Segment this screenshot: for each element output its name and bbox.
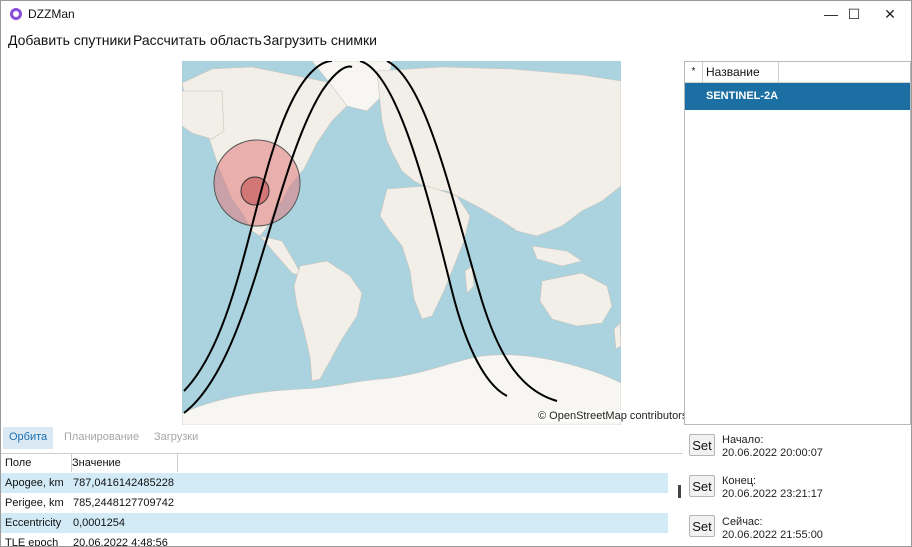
orbit-params-grid: Поле Значение Apogee, km 787,04161424852…	[1, 453, 683, 547]
start-value: 20.06.2022 20:00:07	[722, 447, 823, 459]
alaska-land	[182, 90, 225, 140]
satellite-name: SENTINEL-2A	[706, 90, 779, 102]
table-row[interactable]: Eccentricity 0,0001254	[1, 513, 668, 533]
app-logo-icon	[10, 8, 22, 20]
menu-calculate-area[interactable]: Рассчитать область	[133, 32, 262, 48]
field-cell: Apogee, km	[5, 477, 64, 489]
app-window: DZZMan — ☐ ✕ Добавить спутники Рассчитат…	[0, 0, 912, 547]
window-title: DZZMan	[28, 7, 75, 21]
bottom-tabs: Орбита Планирование Загрузки	[1, 427, 681, 449]
tab-planning[interactable]: Планирование	[58, 427, 145, 449]
south-america-land	[293, 260, 363, 382]
column-header-value[interactable]: Значение	[72, 454, 178, 472]
menu-bar: Добавить спутники Рассчитать область Заг…	[1, 29, 911, 51]
field-cell: Eccentricity	[5, 517, 62, 529]
value-cell: 20.06.2022 4:48:56	[73, 537, 168, 547]
grid-scrollbar-thumb[interactable]	[678, 485, 681, 498]
value-cell: 787,0416142485228	[73, 477, 174, 489]
set-now-button[interactable]: Set	[689, 515, 715, 537]
table-row[interactable]: Apogee, km 787,0416142485228	[1, 473, 668, 493]
close-button[interactable]: ✕	[867, 1, 911, 27]
indonesia-land	[531, 245, 583, 267]
value-cell: 785,2448127709742	[73, 497, 174, 509]
satellite-list[interactable]: * Название SENTINEL-2A	[684, 61, 911, 425]
start-label: Начало:	[722, 434, 764, 446]
set-start-button[interactable]: Set	[689, 434, 715, 456]
table-row[interactable]: Perigee, km 785,2448127709742	[1, 493, 668, 513]
australia-land	[539, 272, 613, 327]
tab-downloads[interactable]: Загрузки	[148, 427, 204, 449]
field-cell: Perigee, km	[5, 497, 64, 509]
end-label: Конец:	[722, 475, 757, 487]
new-zealand-land	[613, 322, 621, 350]
africa-land	[379, 185, 471, 320]
column-header-field[interactable]: Поле	[1, 454, 72, 472]
satellite-row[interactable]: SENTINEL-2A	[685, 83, 910, 110]
map-attribution[interactable]: © OpenStreetMap contributors	[537, 410, 689, 422]
column-header-name[interactable]: Название	[703, 62, 779, 82]
value-cell: 0,0001254	[73, 517, 125, 529]
now-label: Сейчас:	[722, 516, 763, 528]
title-bar[interactable]: DZZMan — ☐ ✕	[1, 1, 911, 27]
menu-load-images[interactable]: Загрузить снимки	[263, 32, 377, 48]
grid-header: Поле Значение	[1, 454, 683, 472]
map-canvas	[182, 61, 621, 425]
field-cell: TLE epoch	[5, 537, 59, 547]
column-header-star[interactable]: *	[685, 62, 703, 82]
table-row[interactable]: TLE epoch 20.06.2022 4:48:56	[1, 533, 668, 547]
now-value: 20.06.2022 21:55:00	[722, 529, 823, 541]
world-map[interactable]	[182, 61, 621, 425]
tab-orbit[interactable]: Орбита	[3, 427, 54, 449]
menu-add-satellites[interactable]: Добавить спутники	[8, 32, 131, 48]
satellite-list-header: * Название	[685, 62, 910, 83]
end-value: 20.06.2022 23:21:17	[722, 488, 823, 500]
set-end-button[interactable]: Set	[689, 475, 715, 497]
